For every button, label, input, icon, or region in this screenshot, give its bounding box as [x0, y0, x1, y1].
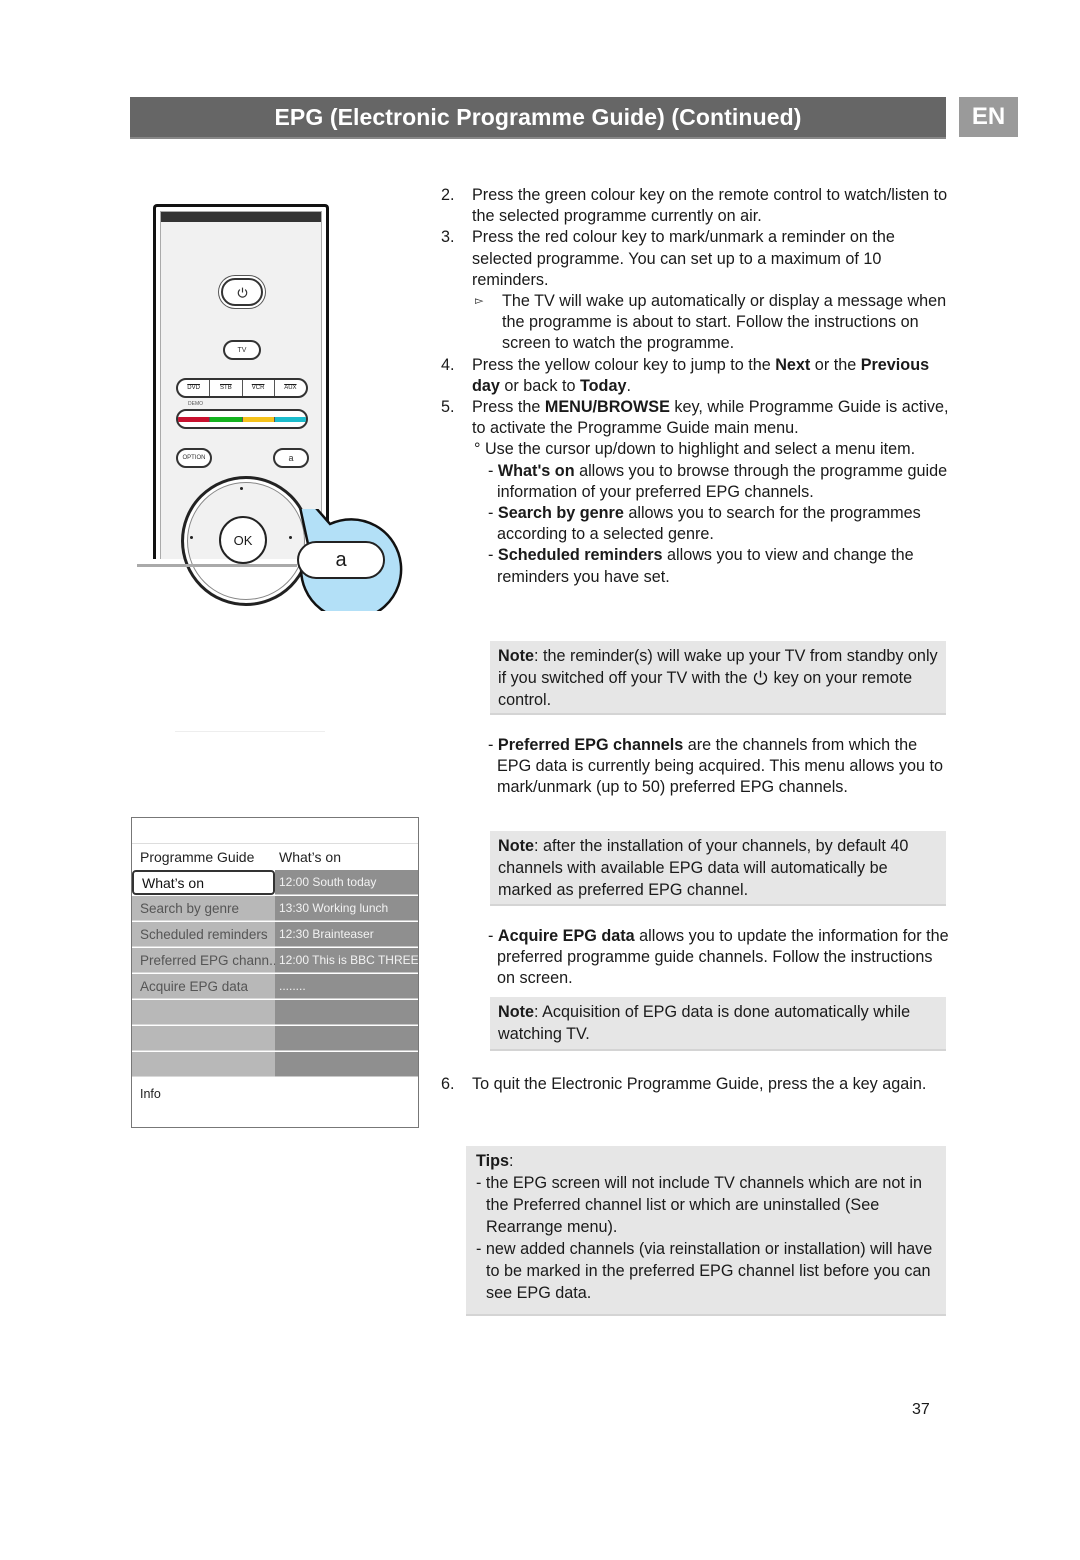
preferred-channels-section: - Preferred EPG channels are the channel… — [441, 735, 951, 799]
epg-programme-entry: 12:00 This is BBC THREE — [275, 948, 418, 973]
tip-item: - the EPG screen will not include TV cha… — [476, 1174, 922, 1236]
epg-col2-header: What’s on — [279, 849, 341, 865]
remote-demo-label: DEMO — [188, 401, 203, 407]
remote-option-button: OPTION — [176, 448, 212, 468]
remote-floor-line — [137, 564, 297, 567]
green-key — [210, 416, 243, 422]
epg-top-area — [132, 818, 418, 844]
remote-tv-button: TV — [223, 340, 261, 360]
menu-item-whats-on: - What's on allows you to browse through… — [488, 461, 948, 501]
cursor-left-dot — [190, 536, 193, 539]
remote-source-buttons: DVD STB VCR AUX — [176, 378, 308, 398]
acquire-section: - Acquire EPG data allows you to update … — [441, 926, 951, 990]
step-3-note: ▻ The TV will wake up automatically or d… — [475, 292, 947, 353]
epg-col1-header: Programme Guide — [140, 849, 255, 865]
power-icon — [753, 670, 768, 685]
epg-menu-label — [132, 1026, 275, 1051]
remote-source-dvd: DVD — [178, 380, 211, 396]
epg-programme-entry: 13:30 Working lunch — [275, 896, 418, 921]
step-5-cursor-hint: ° Use the cursor up/down to highlight an… — [474, 440, 916, 459]
epg-menu-label: Acquire EPG data — [132, 974, 275, 999]
language-badge: EN — [959, 97, 1018, 137]
remote-ok-button: OK — [219, 516, 267, 564]
note-default-channels: Note: after the installation of your cha… — [490, 831, 946, 906]
divider — [175, 731, 325, 732]
epg-menu-label — [132, 1052, 275, 1077]
epg-menu-row[interactable] — [132, 1000, 418, 1025]
instructions-column: 2. Press the green colour key on the rem… — [441, 185, 951, 588]
remote-source-aux: AUX — [284, 385, 297, 391]
epg-menu-row[interactable] — [132, 1026, 418, 1051]
section-title: EPG (Electronic Programme Guide) (Contin… — [274, 103, 802, 130]
tips-heading: Tips: — [476, 1152, 514, 1170]
epg-programme-entry: 12:00 South today — [275, 870, 418, 895]
epg-programme-entry — [275, 1052, 418, 1077]
menu-item-preferred-epg-channels: - Preferred EPG channels are the channel… — [488, 736, 943, 797]
epg-menu-row[interactable]: Search by genre 13:30 Working lunch — [132, 896, 418, 921]
remote-top-strip — [161, 212, 321, 222]
epg-menu-label: What’s on — [132, 870, 275, 895]
step-4: 4. Press the yellow colour key to jump t… — [441, 355, 930, 395]
epg-menu-row[interactable] — [132, 1052, 418, 1077]
epg-menu-label: Scheduled reminders — [132, 922, 275, 947]
step-2: 2. Press the green colour key on the rem… — [441, 186, 948, 226]
epg-menu-row[interactable]: Preferred EPG chann.. 12:00 This is BBC T… — [132, 948, 418, 973]
yellow-key — [242, 416, 275, 422]
triangle-bullet-icon: ▻ — [475, 295, 484, 308]
menu-item-search-by-genre: - Search by genre allows you to search f… — [488, 504, 921, 544]
epg-programme-entry — [275, 1000, 418, 1025]
remote-source-stb: STB — [210, 380, 243, 396]
step-6: 6. To quit the Electronic Programme Guid… — [441, 1075, 927, 1093]
epg-rows: What’s on 12:00 South today Search by genr… — [132, 870, 418, 1080]
epg-header: Programme Guide What’s on — [132, 844, 418, 870]
menu-item-scheduled-reminders: - Scheduled reminders allows you to view… — [488, 546, 914, 586]
step-6-section: 6. To quit the Electronic Programme Guid… — [441, 1074, 951, 1095]
epg-menu-screenshot: Programme Guide What’s on What’s on 12:00… — [131, 817, 419, 1128]
epg-menu-row[interactable]: Acquire EPG data........ — [132, 974, 418, 999]
section-title-bar: EPG (Electronic Programme Guide) (Contin… — [130, 97, 946, 139]
tips-box: Tips: - the EPG screen will not include … — [466, 1146, 946, 1316]
epg-programme-entry: ........ — [275, 974, 418, 999]
remote-source-vcr: VCR — [243, 380, 275, 396]
remote-a-button: a — [273, 448, 309, 468]
page-number: 37 — [912, 1401, 930, 1418]
cursor-up-dot — [240, 487, 243, 490]
remote-control-illustration: TV DVD STB VCR AUX DEMO OPTION a OK — [153, 204, 329, 606]
remote-color-keys — [176, 409, 308, 429]
power-icon — [237, 287, 247, 298]
cyan-key — [274, 416, 306, 422]
epg-menu-label — [132, 1000, 275, 1025]
epg-menu-label: Preferred EPG chann.. — [132, 948, 275, 973]
red-key — [178, 416, 211, 422]
epg-menu-row[interactable]: Scheduled reminders 12:30 Brainteaser — [132, 922, 418, 947]
epg-programme-entry: 12:30 Brainteaser — [275, 922, 418, 947]
epg-menu-label: Search by genre — [132, 896, 275, 921]
tip-item: - new added channels (via reinstallation… — [476, 1240, 933, 1302]
epg-menu-row[interactable]: What’s on 12:00 South today — [132, 870, 418, 895]
callout-a-key: a — [297, 541, 385, 579]
remote-power-button — [221, 278, 263, 306]
note-acquisition: Note: Acquisition of EPG data is done au… — [490, 997, 946, 1051]
epg-info: Info — [140, 1087, 161, 1101]
menu-item-acquire-epg-data: - Acquire EPG data allows you to update … — [488, 927, 949, 988]
note-reminder-standby: Note: the reminder(s) will wake up your … — [490, 641, 946, 715]
step-3: 3. Press the red colour key to mark/unma… — [441, 228, 895, 289]
epg-programme-entry — [275, 1026, 418, 1051]
step-5: 5. Press the MENU/BROWSE key, while Prog… — [441, 398, 949, 438]
